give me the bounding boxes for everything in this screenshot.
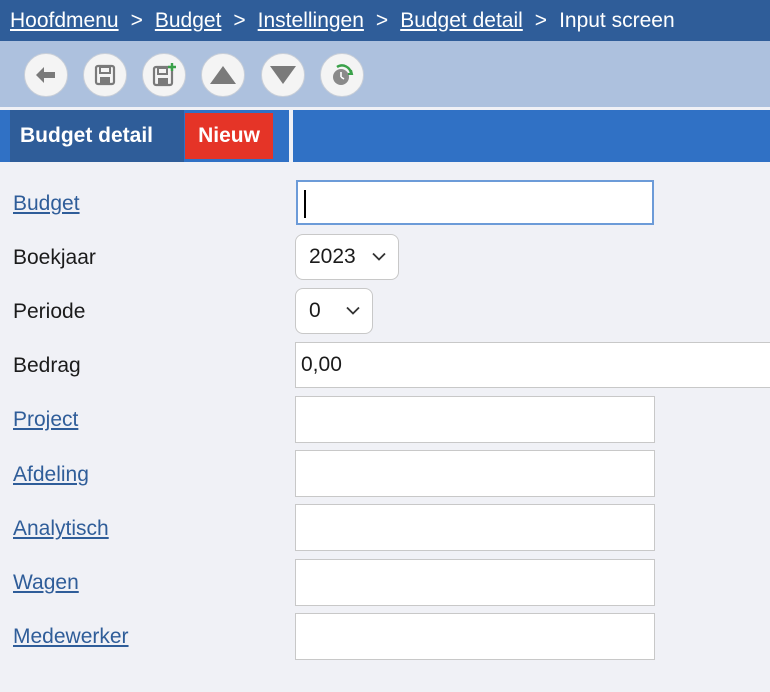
status-badge-new: Nieuw bbox=[185, 113, 273, 159]
periode-select[interactable]: 0 bbox=[295, 288, 373, 334]
analytisch-label-link[interactable]: Analytisch bbox=[13, 517, 109, 541]
periode-select-value: 0 bbox=[309, 299, 321, 322]
move-down-button[interactable] bbox=[261, 53, 305, 97]
afdeling-input[interactable] bbox=[295, 450, 655, 497]
save-new-button[interactable] bbox=[142, 53, 186, 97]
back-button[interactable] bbox=[24, 53, 68, 97]
breadcrumb-separator: > bbox=[534, 8, 548, 32]
bedrag-input[interactable]: 0,00 bbox=[295, 342, 770, 388]
wagen-label-link[interactable]: Wagen bbox=[13, 571, 79, 595]
breadcrumb-separator: > bbox=[375, 8, 389, 32]
chevron-down-icon bbox=[346, 306, 360, 315]
breadcrumb-link-budget[interactable]: Budget bbox=[155, 9, 222, 33]
save-new-icon bbox=[152, 63, 176, 87]
history-icon bbox=[333, 64, 354, 85]
analytisch-input[interactable] bbox=[295, 504, 655, 551]
tab-budget-detail[interactable]: Budget detail bbox=[10, 110, 184, 162]
chevron-down-icon bbox=[372, 252, 386, 261]
breadcrumb: Hoofdmenu > Budget > Instellingen > Budg… bbox=[0, 0, 770, 41]
tab-divider bbox=[289, 110, 293, 162]
save-icon bbox=[94, 64, 116, 86]
wagen-input[interactable] bbox=[295, 559, 655, 606]
boekjaar-label: Boekjaar bbox=[13, 246, 96, 269]
back-arrow-icon bbox=[36, 67, 55, 83]
breadcrumb-separator: > bbox=[130, 8, 143, 32]
save-button[interactable] bbox=[83, 53, 127, 97]
history-button[interactable] bbox=[320, 53, 364, 97]
bedrag-label: Bedrag bbox=[13, 354, 81, 377]
toolbar bbox=[0, 41, 770, 107]
medewerker-input[interactable] bbox=[295, 613, 655, 660]
project-label-link[interactable]: Project bbox=[13, 408, 78, 432]
bedrag-input-value: 0,00 bbox=[301, 353, 342, 376]
boekjaar-select[interactable]: 2023 bbox=[295, 234, 399, 280]
down-arrow-icon bbox=[270, 66, 296, 84]
breadcrumb-current: Input screen bbox=[559, 8, 675, 32]
text-caret bbox=[304, 190, 306, 218]
breadcrumb-link-instellingen[interactable]: Instellingen bbox=[258, 9, 364, 33]
breadcrumb-link-hoofdmenu[interactable]: Hoofdmenu bbox=[10, 9, 119, 33]
up-arrow-icon bbox=[210, 66, 236, 84]
boekjaar-select-value: 2023 bbox=[309, 245, 356, 268]
afdeling-label-link[interactable]: Afdeling bbox=[13, 463, 89, 487]
breadcrumb-link-budget-detail[interactable]: Budget detail bbox=[400, 9, 523, 33]
budget-label-link[interactable]: Budget bbox=[13, 192, 80, 216]
budget-input[interactable] bbox=[296, 180, 654, 225]
breadcrumb-separator: > bbox=[233, 8, 246, 32]
periode-label: Periode bbox=[13, 300, 86, 323]
project-input[interactable] bbox=[295, 396, 655, 443]
medewerker-label-link[interactable]: Medewerker bbox=[13, 625, 129, 649]
move-up-button[interactable] bbox=[201, 53, 245, 97]
